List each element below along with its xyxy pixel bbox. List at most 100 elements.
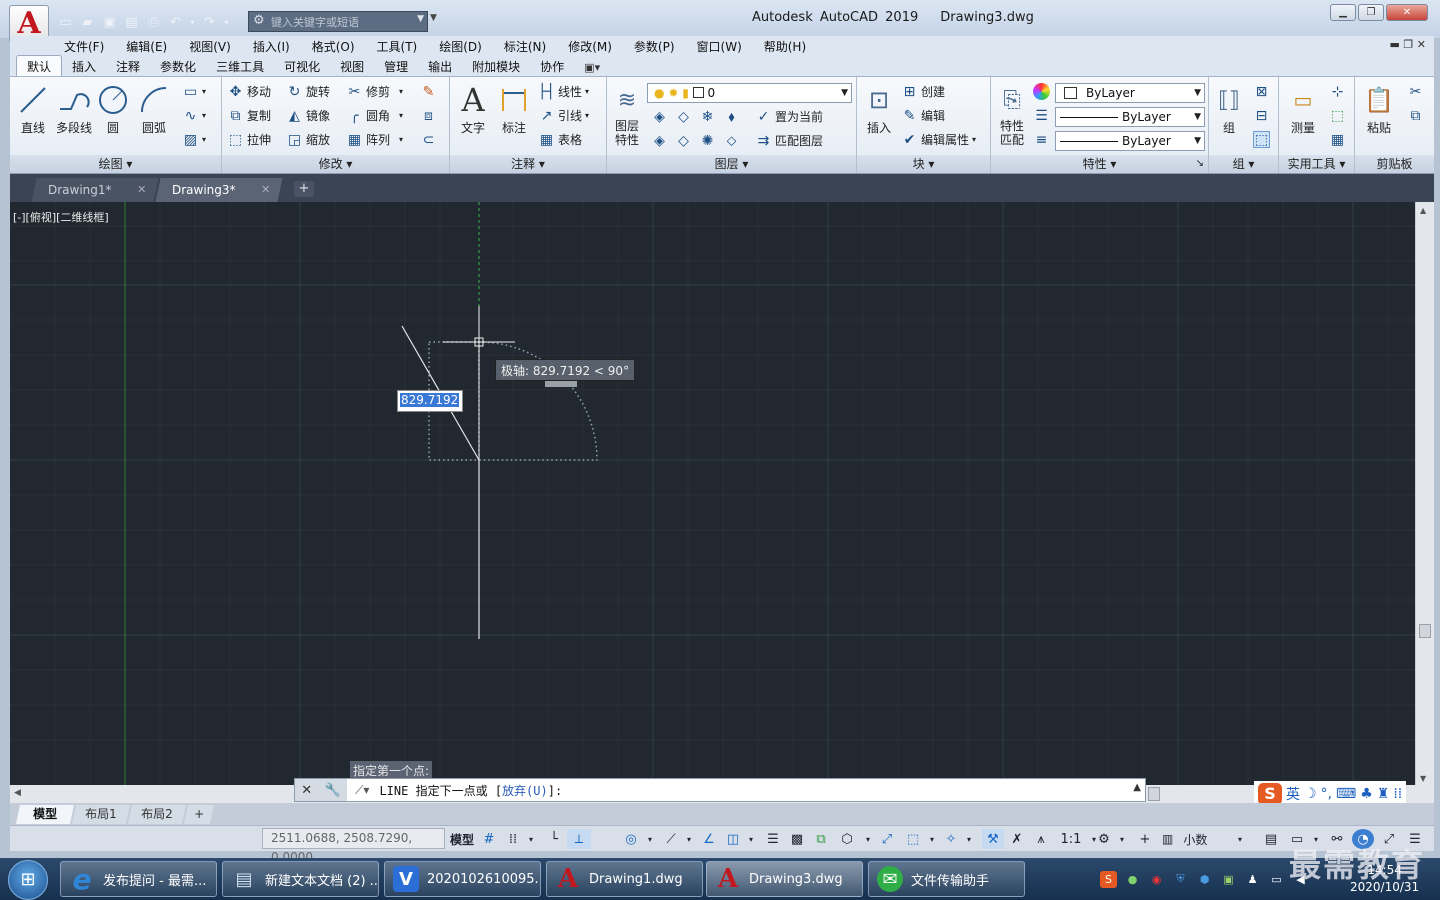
- insert-block-button[interactable]: ⊡ 插入: [861, 83, 897, 136]
- text-button[interactable]: A 文字: [455, 81, 491, 136]
- tab-annotate[interactable]: 注释: [106, 56, 150, 76]
- taskbar-item-ie[interactable]: e 发布提问 - 最需...: [60, 861, 217, 897]
- redo-icon[interactable]: ↷: [200, 13, 219, 31]
- ortho-icon[interactable]: └: [543, 829, 565, 849]
- match-layer-button[interactable]: ⇉ 匹配图层: [755, 132, 823, 149]
- explode-button[interactable]: ⧈: [420, 107, 437, 124]
- dialog-launcher-icon[interactable]: ↘: [1196, 155, 1204, 173]
- polyline-button[interactable]: 多段线: [54, 83, 94, 136]
- chevron-down-icon[interactable]: ▾: [862, 829, 874, 849]
- layout-tab-1[interactable]: 布局1: [71, 805, 131, 824]
- dynamic-input-box[interactable]: 829.7192: [397, 390, 463, 412]
- layers-panel-title[interactable]: 图层 ▾: [607, 155, 856, 173]
- linear-dim-button[interactable]: ├┤ 线性 ▾: [538, 83, 589, 100]
- cube-icon[interactable]: ⬢: [1196, 871, 1213, 888]
- group-select-button[interactable]: ⬚: [1253, 131, 1270, 148]
- paste-button[interactable]: 📋 粘贴: [1361, 83, 1397, 136]
- keyboard-icon[interactable]: ⌨: [1336, 786, 1356, 802]
- properties-panel-title[interactable]: 特性 ▾ ↘: [991, 155, 1208, 173]
- wrench-icon[interactable]: 🔧: [325, 783, 341, 798]
- linetype-combo[interactable]: ByLayer ▼: [1055, 107, 1205, 127]
- undo-dropdown-icon[interactable]: ▾: [188, 13, 197, 31]
- group-edit-button[interactable]: ⊟: [1253, 107, 1270, 124]
- layer-lock-icon[interactable]: ⬧: [723, 108, 740, 125]
- new-tab-button[interactable]: +: [294, 181, 314, 197]
- menu-dimension[interactable]: 标注(N): [504, 38, 546, 55]
- quick-properties-icon[interactable]: ▤: [1260, 829, 1282, 849]
- tab-manage[interactable]: 管理: [374, 56, 418, 76]
- isodraft-icon[interactable]: ◎: [620, 829, 642, 849]
- measure-button[interactable]: ▭ 测量: [1283, 83, 1323, 136]
- circle-button[interactable]: 圆: [96, 83, 130, 136]
- moon-icon[interactable]: ☽: [1304, 786, 1317, 802]
- ungroup-button[interactable]: ⊠: [1253, 83, 1270, 100]
- layer-thaw-icon[interactable]: ✺: [699, 132, 716, 149]
- clipboard-panel-title[interactable]: 剪贴板: [1355, 155, 1434, 173]
- user-icon[interactable]: ♣: [1360, 786, 1373, 802]
- stretch-button[interactable]: ⬚ 拉伸: [227, 131, 271, 148]
- taskbar-item-wechat[interactable]: ✉ 文件传输助手: [868, 861, 1025, 897]
- save-as-icon[interactable]: ▤: [122, 13, 141, 31]
- start-button[interactable]: ⊞: [8, 860, 48, 900]
- taskbar-item-notepad[interactable]: ▤ 新建文本文档 (2) ...: [222, 861, 379, 897]
- command-history-toggle-icon[interactable]: ▲: [1133, 782, 1141, 793]
- menu-format[interactable]: 格式(O): [312, 38, 355, 55]
- fillet-button[interactable]: ╭ 圆角 ▾: [346, 107, 403, 124]
- annotation-visibility-icon[interactable]: ⚒: [982, 829, 1004, 849]
- file-tab-drawing1[interactable]: Drawing1* ✕: [31, 178, 159, 202]
- viewport-controls[interactable]: [-][俯视][二维线框]: [13, 209, 109, 225]
- quick-select-button[interactable]: ⊹: [1329, 83, 1346, 100]
- taskbar-item-video[interactable]: V 2020102610095...: [384, 861, 541, 897]
- layer-isolate-icon[interactable]: ◇: [675, 108, 692, 125]
- line-button[interactable]: 直线: [16, 83, 50, 136]
- calculator-button[interactable]: ▦: [1329, 131, 1346, 148]
- command-input[interactable]: LINE 指定下一点或 [放弃(U)]:: [369, 782, 562, 799]
- menu-parametric[interactable]: 参数(P): [634, 38, 675, 55]
- workspace-search-combo[interactable]: ⚙ 键入关键字或短语 ▼: [248, 11, 428, 32]
- menu-window[interactable]: 窗口(W): [697, 38, 742, 55]
- grid-display-icon[interactable]: #: [478, 829, 500, 849]
- group-button[interactable]: ⟦⟧ 组: [1212, 83, 1246, 136]
- tab-parametric[interactable]: 参数化: [150, 56, 206, 76]
- 3d-osnap-icon[interactable]: ⬡: [836, 829, 858, 849]
- shield-icon[interactable]: ⛨: [1172, 871, 1189, 888]
- tab-view[interactable]: 视图: [330, 56, 374, 76]
- ime-lang[interactable]: 英: [1286, 784, 1300, 804]
- table-button[interactable]: ▦ 表格: [538, 131, 582, 148]
- menu-tools[interactable]: 工具(T): [377, 38, 418, 55]
- antivirus-tray-icon[interactable]: ◉: [1148, 871, 1165, 888]
- save-icon[interactable]: ▣: [100, 13, 119, 31]
- make-current-button[interactable]: ✓ 置为当前: [755, 108, 823, 125]
- document-window-controls[interactable]: ▬ ❐ ✕: [1390, 38, 1426, 51]
- scale-button[interactable]: ◲ 缩放: [286, 131, 330, 148]
- polar-tracking-icon[interactable]: ⟂: [567, 829, 591, 849]
- new-icon[interactable]: ▭: [56, 13, 75, 31]
- menu-view[interactable]: 视图(V): [189, 38, 231, 55]
- taskbar-item-drawing1[interactable]: A Drawing1.dwg: [546, 861, 703, 897]
- utilities-panel-title[interactable]: 实用工具 ▾: [1279, 155, 1354, 173]
- layout-tab-model[interactable]: 模型: [15, 805, 75, 824]
- rectangle-button[interactable]: ▭ ▾: [182, 83, 206, 100]
- layer-on-icon[interactable]: ◈: [651, 132, 668, 149]
- menu-modify[interactable]: 修改(M): [568, 38, 612, 55]
- arc-button[interactable]: 圆弧: [136, 83, 172, 136]
- tab-3d-tools[interactable]: 三维工具: [206, 56, 274, 76]
- selection-filter-icon[interactable]: ⬚: [902, 829, 924, 849]
- sogou-tray-icon[interactable]: S: [1100, 870, 1117, 888]
- hatch-button[interactable]: ∿ ▾: [182, 107, 206, 124]
- transparency-icon[interactable]: ▩: [786, 829, 808, 849]
- menu-draw[interactable]: 绘图(D): [439, 38, 482, 55]
- shirt-icon[interactable]: ♜: [1377, 786, 1390, 802]
- command-option-undo[interactable]: 放弃(U): [502, 784, 548, 798]
- menu-insert[interactable]: 插入(I): [253, 38, 290, 55]
- modify-panel-title[interactable]: 修改 ▾: [222, 155, 449, 173]
- selection-cycling-icon[interactable]: ⧉: [810, 829, 832, 849]
- scrollbar-thumb[interactable]: [1419, 624, 1431, 638]
- network-icon[interactable]: ▭: [1268, 871, 1285, 888]
- taskbar-item-drawing3[interactable]: A Drawing3.dwg: [706, 861, 863, 897]
- copy-button[interactable]: ⧉ 复制: [227, 107, 272, 124]
- tab-output[interactable]: 输出: [418, 56, 462, 76]
- snap-mode-icon[interactable]: ⁞⁞: [502, 829, 524, 849]
- print-icon[interactable]: ⎙: [144, 13, 163, 31]
- lineweight-combo[interactable]: ByLayer ▼: [1055, 131, 1205, 151]
